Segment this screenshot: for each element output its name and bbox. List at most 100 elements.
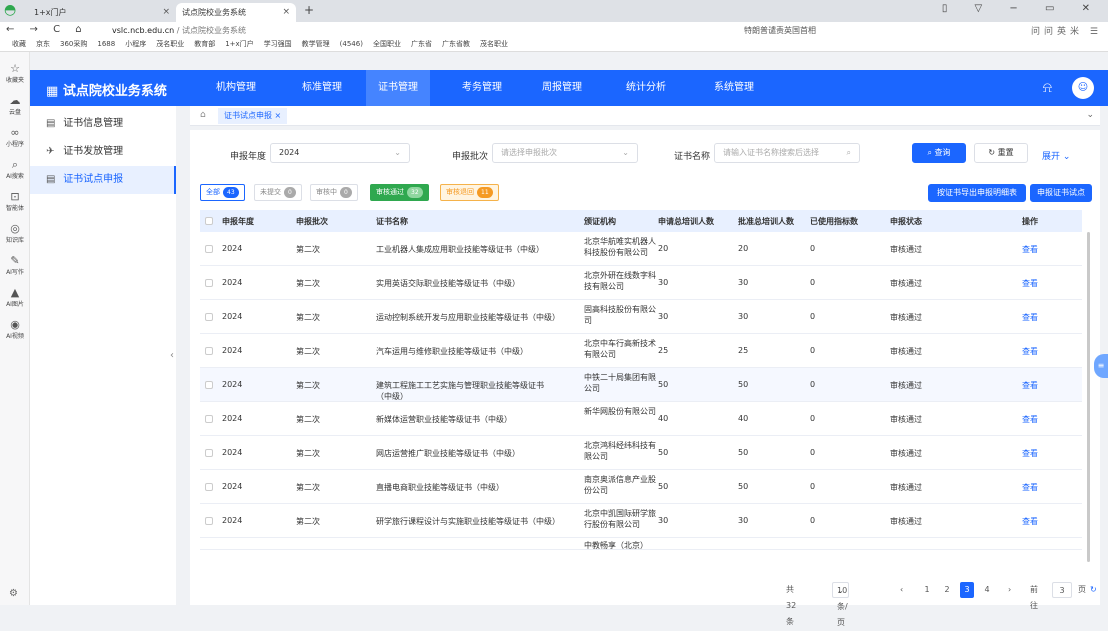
bookmark-item[interactable]: (4546) [340, 40, 363, 48]
view-link[interactable]: 查看 [1022, 380, 1038, 391]
row-checkbox[interactable] [205, 347, 213, 355]
rail-item[interactable]: ⌕ AI搜索 [0, 158, 30, 180]
bookmark-item[interactable]: 1+x门户 [225, 40, 253, 48]
view-link[interactable]: 查看 [1022, 516, 1038, 527]
next-page-button[interactable]: › [1008, 582, 1011, 598]
bookmark-item[interactable]: 360采购 [60, 40, 87, 48]
rail-label: AI搜索 [6, 173, 24, 180]
view-link[interactable]: 查看 [1022, 414, 1038, 425]
chevron-down-icon[interactable]: ⌄ [1086, 110, 1094, 120]
view-link[interactable]: 查看 [1022, 346, 1038, 357]
status-chip[interactable]: 全部 43 [200, 184, 245, 201]
row-checkbox[interactable] [205, 245, 213, 253]
rail-item[interactable]: ◉ AI视频 [0, 318, 30, 340]
status-chip[interactable]: 审核中 0 [310, 184, 358, 201]
nav-buttons[interactable]: ← → C ⌂ [6, 24, 88, 35]
browser-tools[interactable]: 问问英米 ☰ [1031, 24, 1102, 37]
browser-tab-system[interactable]: 试点院校业务系统 × [176, 3, 296, 22]
bookmark-item[interactable]: 学习强国 [264, 40, 292, 48]
page-2-button[interactable]: 2 [940, 582, 954, 598]
page-1-button[interactable]: 1 [920, 582, 934, 598]
close-icon[interactable]: × [282, 3, 290, 22]
bookmark-item[interactable]: 1688 [97, 40, 115, 48]
row-checkbox[interactable] [205, 415, 213, 423]
close-icon[interactable]: × [162, 3, 170, 22]
bookmark-item[interactable]: 全国职业 [373, 40, 401, 48]
row-checkbox[interactable] [205, 279, 213, 287]
bookmark-item[interactable]: 广东省 [411, 40, 432, 48]
nav-item[interactable]: 周报管理 [530, 70, 594, 106]
browser-tab-portal[interactable]: 1+x门户 × [28, 3, 176, 22]
view-link[interactable]: 查看 [1022, 448, 1038, 459]
close-icon[interactable]: × [275, 111, 282, 120]
url-field[interactable]: vslc.ncb.edu.cn / 试点院校业务系统 [112, 25, 246, 36]
view-link[interactable]: 查看 [1022, 312, 1038, 323]
page-size-select[interactable]: 10条/页 ⌄ [832, 582, 849, 627]
export-button[interactable]: 按证书导出申报明细表 [928, 184, 1026, 202]
rail-item[interactable]: ☆ 收藏夹 [0, 62, 30, 84]
status-chip[interactable]: 审核通过 32 [370, 184, 429, 201]
nav-item[interactable]: 证书管理 [366, 70, 430, 106]
new-tab-button[interactable]: + [304, 3, 314, 17]
rail-item[interactable]: ◎ 知识库 [0, 222, 30, 244]
avatar[interactable]: ☺ [1072, 77, 1094, 99]
sidebar-item-cert-info[interactable]: ▤ 证书信息管理 [30, 110, 176, 138]
bookmark-item[interactable]: 教育部 [194, 40, 215, 48]
home-icon[interactable]: ⌂ [200, 110, 206, 120]
nav-item[interactable]: 系统管理 [702, 70, 766, 106]
nav-item[interactable]: 标准管理 [290, 70, 354, 106]
rail-item[interactable]: ▲ AI图片 [0, 286, 30, 308]
url-title: / 试点院校业务系统 [174, 26, 247, 35]
page-4-button[interactable]: 4 [980, 582, 994, 598]
bookmark-item[interactable]: 茂名职业 [480, 40, 508, 48]
table-scrollbar[interactable] [1087, 232, 1090, 562]
status-chip[interactable]: 未提交 0 [254, 184, 302, 201]
prev-page-button[interactable]: ‹ [900, 582, 903, 598]
expand-button[interactable]: 展开 ⌄ [1042, 149, 1070, 162]
page-3-button[interactable]: 3 [960, 582, 974, 598]
bookmark-item[interactable]: 小程序 [125, 40, 146, 48]
view-link[interactable]: 查看 [1022, 244, 1038, 255]
search-suggestion[interactable]: 特朗普谴责英国首相 [744, 25, 816, 36]
bookmark-item[interactable]: 茂名职业 [156, 40, 184, 48]
refresh-icon[interactable]: ↻ [1090, 582, 1097, 598]
nav-item[interactable]: 考务管理 [450, 70, 514, 106]
year-select[interactable]: 2024 ⌄ [270, 143, 410, 163]
row-checkbox[interactable] [205, 381, 213, 389]
tab-cert-apply[interactable]: 证书试点申报 × [218, 108, 288, 124]
goto-input[interactable]: 3 [1052, 582, 1072, 598]
gear-icon[interactable]: ⚙ [9, 588, 18, 599]
row-checkbox[interactable] [205, 449, 213, 457]
table-cell: 第二次 [296, 449, 320, 458]
bookmark-item[interactable]: 教学管理 [302, 40, 330, 48]
collapse-icon[interactable]: ‹ [170, 350, 174, 361]
rail-item[interactable]: ✎ AI写作 [0, 254, 30, 276]
floating-assistant-button[interactable]: ≡ [1094, 354, 1108, 378]
view-link[interactable]: 查看 [1022, 278, 1038, 289]
bookmark-item[interactable]: 广东省教 [442, 40, 470, 48]
rail-item[interactable]: ☁ 云盘 [0, 94, 30, 116]
sidebar-item-cert-issue[interactable]: ✈ 证书发放管理 [30, 138, 176, 166]
nav-item[interactable]: 统计分析 [614, 70, 678, 106]
table-cell: 北京中凯国际研学旅行股份有限公司 [584, 509, 656, 529]
reset-button[interactable]: ↻ 重置 [974, 143, 1028, 163]
search-button[interactable]: ⌕ 查询 [912, 143, 966, 163]
rail-item[interactable]: ∞ 小程序 [0, 126, 30, 148]
apply-button[interactable]: 申报证书试点 [1030, 184, 1092, 202]
bell-icon[interactable]: ⍾ [1043, 80, 1052, 96]
status-chip[interactable]: 审核退回 11 [440, 184, 499, 201]
rail-item[interactable]: ⊡ 智能体 [0, 190, 30, 212]
batch-select[interactable]: 请选择申报批次 ⌄ [492, 143, 638, 163]
row-checkbox[interactable] [205, 483, 213, 491]
bookmark-item[interactable]: 京东 [36, 40, 50, 48]
row-checkbox[interactable] [205, 313, 213, 321]
view-link[interactable]: 查看 [1022, 482, 1038, 493]
bookmark-item[interactable]: 收藏 [12, 40, 26, 48]
sidebar-item-cert-apply[interactable]: ▤ 证书试点申报 [30, 166, 176, 194]
cert-search-input[interactable]: 请输入证书名称搜索后选择 ⌕ [714, 143, 860, 163]
nav-item[interactable]: 机构管理 [204, 70, 268, 106]
select-all-checkbox[interactable] [205, 217, 213, 225]
window-controls[interactable]: ▯ ▽ − ▭ ✕ [942, 3, 1102, 14]
row-checkbox[interactable] [205, 517, 213, 525]
table-cell: 30 [658, 278, 669, 287]
